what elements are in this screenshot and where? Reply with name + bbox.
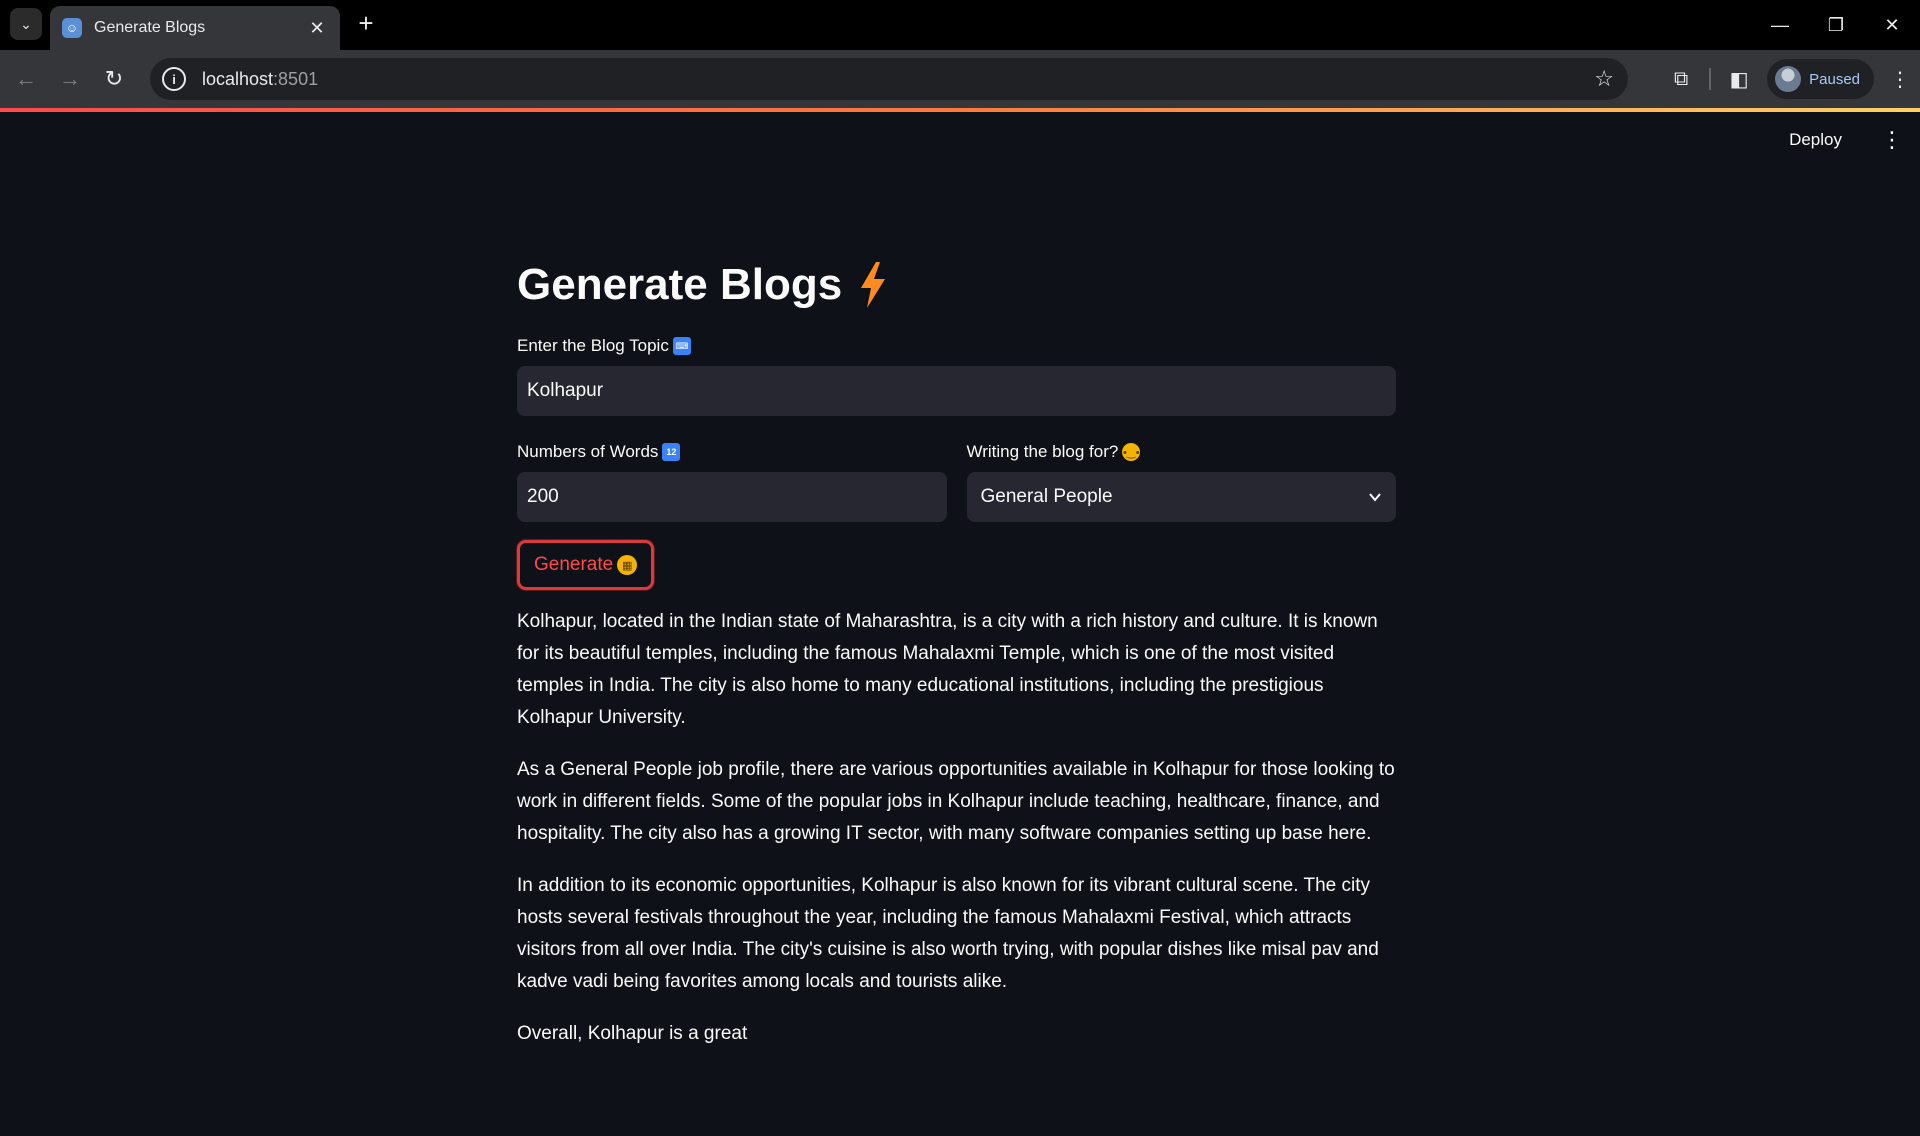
main-menu-icon[interactable]: ⋮	[1872, 127, 1912, 153]
audience-field: Writing the blog for? •‿• General People	[966, 442, 1396, 522]
blog-paragraph: As a General People job profile, there a…	[517, 759, 1395, 844]
deploy-button[interactable]: Deploy	[1789, 130, 1842, 150]
blog-paragraph: Kolhapur, located in the Indian state of…	[517, 611, 1378, 728]
restore-icon[interactable]: ❐	[1808, 0, 1864, 50]
generate-button[interactable]: Generate ▦	[517, 540, 655, 590]
toolbar-divider	[1709, 68, 1712, 90]
generate-button-label: Generate	[534, 554, 614, 575]
topic-label: Enter the Blog Topic ⌨	[517, 336, 1396, 356]
forward-icon[interactable]: →	[52, 61, 88, 97]
plus-icon[interactable]: +	[352, 10, 380, 38]
blog-paragraph: Overall, Kolhapur is a great	[517, 1023, 748, 1044]
window-controls: — ❐ ✕	[1752, 0, 1920, 50]
minimize-icon[interactable]: —	[1752, 0, 1808, 50]
info-icon[interactable]: i	[162, 67, 186, 91]
address-bar[interactable]: i localhost:8501 ☆	[150, 58, 1628, 100]
browser-tab[interactable]: ☺ Generate Blogs ✕	[50, 6, 340, 50]
reload-icon[interactable]: ↻	[96, 61, 132, 97]
bolt-icon	[861, 262, 886, 308]
tab-search-icon[interactable]: ⌄	[10, 8, 42, 40]
avatar	[1775, 66, 1802, 92]
audience-label: Writing the blog for? •‿•	[966, 442, 1141, 461]
app-body: Deploy ⋮ Generate Blogs Enter the Blog T…	[0, 112, 1920, 1136]
chevron-down-icon	[1369, 493, 1381, 502]
audience-selected-value: General People	[980, 486, 1113, 507]
topic-input[interactable]	[517, 366, 1396, 416]
numbers-icon: 12	[662, 443, 681, 461]
more-icon[interactable]: ⋮	[1880, 59, 1920, 99]
thinking-face-icon: •‿•	[1122, 443, 1141, 461]
profile-button[interactable]: Paused	[1767, 59, 1874, 99]
favicon-robot-icon: ☺	[62, 18, 82, 38]
words-label: Numbers of Words 12	[517, 442, 947, 462]
blog-paragraph: In addition to its economic opportunitie…	[517, 875, 1379, 992]
star-icon[interactable]: ☆	[1594, 66, 1614, 92]
close-icon[interactable]: ✕	[306, 18, 328, 39]
words-input[interactable]	[517, 472, 947, 522]
page-title: Generate Blogs	[517, 252, 1396, 318]
back-icon[interactable]: ←	[8, 61, 44, 97]
browser-tab-bar: ⌄ ☺ Generate Blogs ✕ + — ❐ ✕	[0, 0, 1920, 50]
url-text: localhost:8501	[202, 68, 319, 89]
main-content: Generate Blogs Enter the Blog Topic ⌨ Nu…	[517, 252, 1396, 1070]
grimace-face-icon: ▦	[617, 555, 638, 575]
topic-field: Enter the Blog Topic ⌨	[517, 336, 1396, 416]
extensions-icon[interactable]: ⧉	[1661, 59, 1701, 99]
sidepanel-icon[interactable]: ◧	[1719, 59, 1759, 99]
options-row: Numbers of Words 12 Writing the blog for…	[517, 442, 1396, 522]
browser-toolbar: ← → ↻ i localhost:8501 ☆ ⧉ ◧ Paused ⋮	[0, 50, 1920, 108]
keyboard-icon: ⌨	[672, 337, 691, 355]
audience-select[interactable]: General People	[966, 472, 1396, 522]
words-field: Numbers of Words 12	[517, 442, 947, 522]
generated-blog: Kolhapur, located in the Indian state of…	[517, 606, 1396, 1050]
app-header: Deploy ⋮	[1789, 112, 1920, 168]
close-window-icon[interactable]: ✕	[1864, 0, 1920, 50]
profile-status: Paused	[1809, 70, 1860, 88]
tab-title: Generate Blogs	[94, 19, 206, 36]
page-title-text: Generate Blogs	[517, 260, 843, 309]
